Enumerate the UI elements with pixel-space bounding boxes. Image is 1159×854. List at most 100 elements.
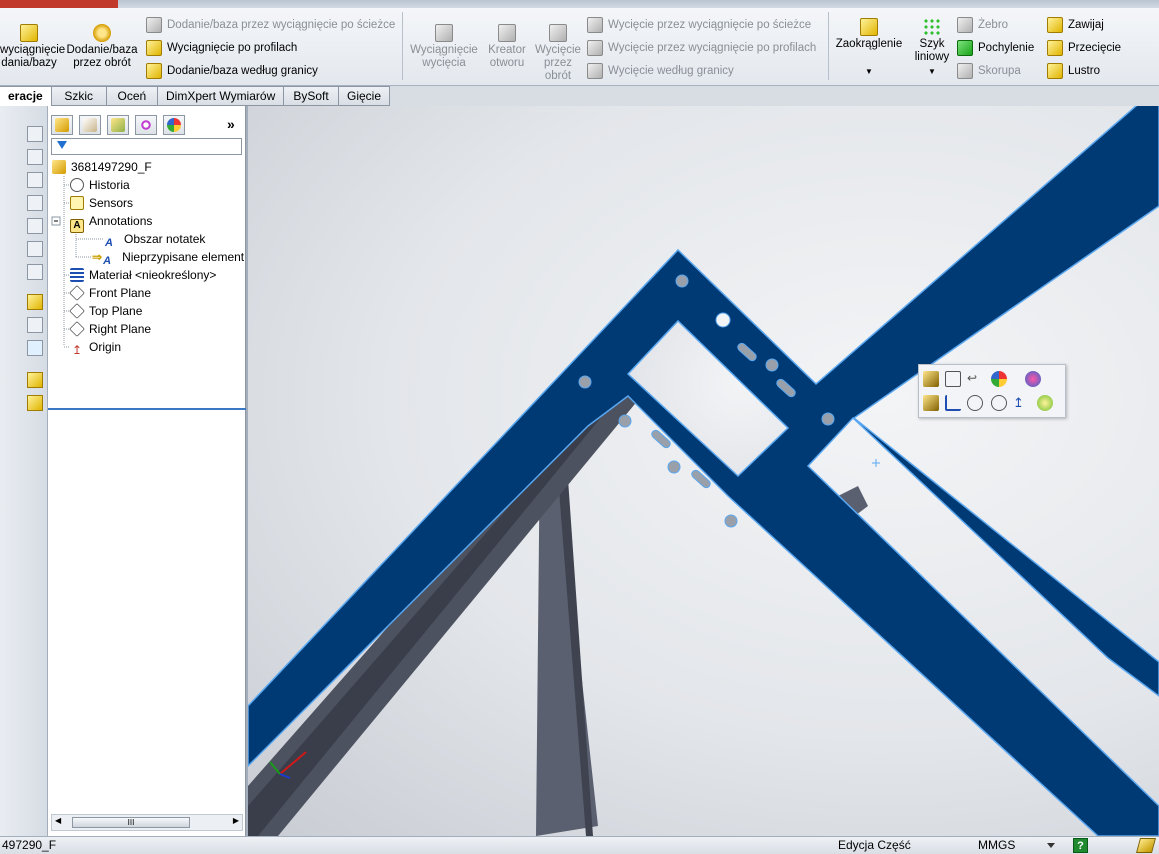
boundary-cut-icon <box>587 63 603 79</box>
view-right-icon[interactable] <box>27 195 43 211</box>
mirror-button[interactable]: Lustro <box>1047 63 1100 79</box>
tree-item-label: Right Plane <box>89 322 152 336</box>
swept-boss-label: Dodanie/baza przez wyciągnięcie po ścież… <box>167 19 396 32</box>
shell-icon <box>957 63 973 79</box>
swept-cut-button[interactable]: Wycięcie przez wyciągnięcie po ścieżce <box>587 17 811 33</box>
tree-item-top-plane[interactable]: Top Plane <box>69 302 143 320</box>
tree-item-origin[interactable]: ↥ Origin <box>70 338 121 357</box>
view-top-icon[interactable] <box>27 218 43 234</box>
tree-horizontal-scrollbar[interactable]: ◀ III ▶ <box>51 814 243 831</box>
boundary-boss-button[interactable]: Dodanie/baza według granicy <box>146 63 318 79</box>
view-left-icon[interactable] <box>27 172 43 188</box>
display-manager-tab[interactable] <box>163 115 185 135</box>
draft-button[interactable]: Pochylenie <box>957 40 1034 56</box>
rib-icon <box>957 17 973 33</box>
sketch-icon[interactable] <box>945 395 961 411</box>
select-other-icon[interactable] <box>923 395 939 411</box>
view-back-icon[interactable] <box>27 149 43 165</box>
configuration-manager-tab[interactable] <box>107 115 129 135</box>
edit-sketch-icon[interactable] <box>1135 838 1157 853</box>
rollback-icon[interactable]: ↩ <box>967 371 983 387</box>
minimize-icon[interactable]: – <box>1106 106 1113 107</box>
relations-icon[interactable] <box>27 340 43 356</box>
help-icon[interactable]: ? <box>1073 838 1088 853</box>
tab-sketch[interactable]: Szkic <box>51 86 107 106</box>
tree-item-notes-area[interactable]: A Obszar notatek <box>105 230 205 249</box>
swept-boss-button[interactable]: Dodanie/baza przez wyciągnięcie po ścież… <box>146 17 395 33</box>
insert-feature-icon[interactable] <box>1037 395 1053 411</box>
tree-item-label: Top Plane <box>89 304 143 318</box>
rib-button[interactable]: Żebro <box>957 17 1008 33</box>
scroll-right-icon[interactable]: ▶ <box>233 816 239 825</box>
tree-item-right-plane[interactable]: Right Plane <box>69 320 152 338</box>
rollback-bar[interactable] <box>48 408 246 410</box>
sketch-edit-icon[interactable] <box>27 294 43 310</box>
graphics-viewport[interactable]: – × ↩ ↥ <box>248 106 1159 836</box>
lofted-cut-button[interactable]: Wycięcie przez wyciągnięcie po profilach <box>587 40 816 56</box>
zoom-to-selection-icon[interactable] <box>991 395 1007 411</box>
display-pane-icon[interactable] <box>1025 371 1041 387</box>
tab-features[interactable]: eracje <box>0 86 52 106</box>
view-front-icon[interactable] <box>27 126 43 142</box>
extruded-boss-label: wyciągnięcie dania/bazy <box>0 44 66 69</box>
scroll-thumb[interactable]: III <box>72 817 190 828</box>
origin-icon: ↥ <box>71 343 83 357</box>
tree-item-sensors[interactable]: Sensors <box>70 194 133 212</box>
shell-label: Skorupa <box>978 65 1021 78</box>
tab-dimxpert[interactable]: DimXpert Wymiarów <box>158 86 284 106</box>
lofted-boss-icon <box>146 40 162 56</box>
tree-item-unassigned[interactable]: ⇒A Nieprzypisane element <box>92 248 244 267</box>
panel-expand-button[interactable]: » <box>227 116 235 132</box>
app-logo <box>0 0 118 8</box>
appearance-icon[interactable] <box>991 371 1007 387</box>
mirror-icon <box>1047 63 1063 79</box>
edit-feature-icon[interactable] <box>923 371 939 387</box>
fillet-dropdown-icon[interactable]: ▼ <box>834 65 904 78</box>
extruded-boss-button[interactable]: wyciągnięcie dania/bazy <box>0 24 65 70</box>
tree-root-part[interactable]: 3681497290_F <box>52 158 152 176</box>
feature-a-icon[interactable] <box>27 372 43 388</box>
origin-marker <box>872 459 880 467</box>
smart-dimension-icon[interactable] <box>27 317 43 333</box>
property-manager-tab[interactable] <box>79 115 101 135</box>
ribbon-separator <box>828 12 829 80</box>
tree-item-material[interactable]: Materiał <nieokreślony> <box>70 266 216 284</box>
view-bottom-icon[interactable] <box>27 241 43 257</box>
lofted-boss-button[interactable]: Wyciągnięcie po profilach <box>146 40 297 56</box>
feature-manager-tab[interactable] <box>51 115 73 135</box>
tree-item-annotations[interactable]: A Annotations <box>70 212 152 233</box>
tree-item-history[interactable]: Historia <box>70 176 130 194</box>
hide-icon[interactable] <box>967 395 983 411</box>
status-units[interactable]: MMGS <box>978 837 1015 854</box>
intersect-button[interactable]: Przecięcie <box>1047 40 1121 56</box>
scroll-left-icon[interactable]: ◀ <box>55 816 61 825</box>
hole-wizard-label: Kreator otworu <box>488 44 526 69</box>
shell-button[interactable]: Skorupa <box>957 63 1021 79</box>
fillet-button[interactable]: Zaokrąglenie ▼ <box>834 18 904 78</box>
ribbon-separator <box>402 12 403 80</box>
extruded-cut-button[interactable]: Wyciągnięcie wycięcia <box>408 24 480 70</box>
fillet-label: Zaokrąglenie <box>835 38 903 50</box>
revolved-cut-button[interactable]: Wycięcie przez obrót <box>533 24 583 83</box>
revolved-boss-button[interactable]: Dodanie/baza przez obrót <box>64 24 140 70</box>
dimxpert-manager-tab[interactable] <box>135 115 157 135</box>
command-manager-ribbon: wyciągnięcie dania/bazy Dodanie/baza prz… <box>0 8 1159 86</box>
normal-to-icon[interactable]: ↥ <box>1013 395 1029 411</box>
units-dropdown-icon[interactable] <box>1047 843 1055 848</box>
linear-pattern-button[interactable]: Szyk liniowy ▼ <box>910 18 954 78</box>
view-iso-icon[interactable] <box>27 264 43 280</box>
tab-bysoft[interactable]: BySoft <box>284 86 339 106</box>
wrap-button[interactable]: Zawijaj <box>1047 17 1104 33</box>
hole <box>821 412 835 426</box>
hole-wizard-button[interactable]: Kreator otworu <box>484 24 530 70</box>
dimension-icon[interactable] <box>945 371 961 387</box>
tree-filter-input[interactable] <box>51 138 242 155</box>
boundary-cut-button[interactable]: Wycięcie według granicy <box>587 63 734 79</box>
linear-pattern-dropdown-icon[interactable]: ▼ <box>910 65 954 78</box>
tree-item-label: Historia <box>89 178 130 192</box>
tab-sheet-metal[interactable]: Gięcie <box>339 86 391 106</box>
tab-evaluate[interactable]: Oceń <box>106 86 158 106</box>
hole-wizard-icon <box>498 24 516 42</box>
tree-item-front-plane[interactable]: Front Plane <box>69 284 151 302</box>
feature-b-icon[interactable] <box>27 395 43 411</box>
